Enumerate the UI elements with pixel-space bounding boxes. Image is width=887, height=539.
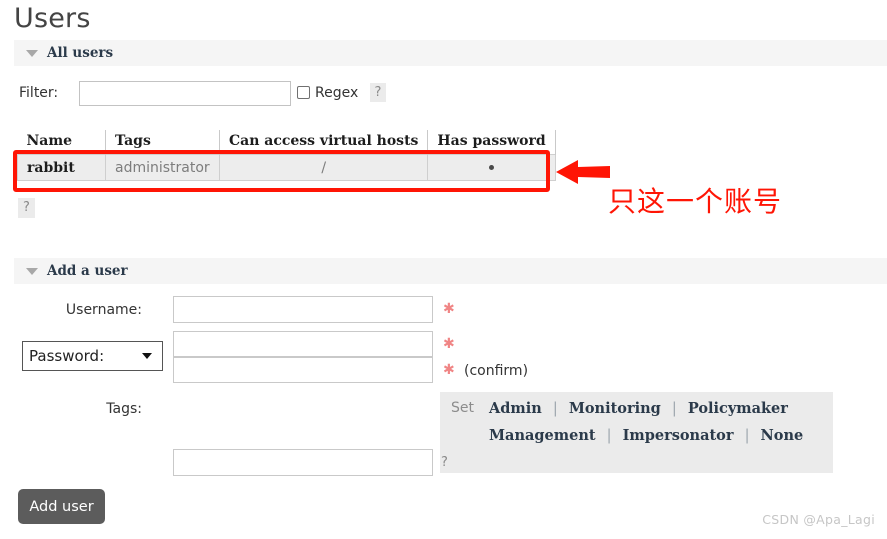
triangle-down-icon[interactable] — [26, 49, 38, 57]
has-password-dot-icon — [489, 165, 495, 170]
tags-roles-row-1: Admin | Monitoring | Policymaker — [489, 400, 788, 417]
section-header-all-users[interactable]: All users — [14, 40, 887, 66]
tag-link-management[interactable]: Management — [489, 427, 596, 444]
annotation-text: 只这一个账号 — [608, 185, 783, 218]
tag-link-impersonator[interactable]: Impersonator — [623, 427, 734, 444]
tag-link-monitoring[interactable]: Monitoring — [569, 400, 661, 417]
tag-link-none[interactable]: None — [761, 427, 804, 444]
triangle-down-icon[interactable] — [26, 267, 38, 275]
tag-separator: | — [671, 401, 677, 417]
column-header-tags[interactable]: Tags — [105, 130, 220, 155]
help-icon-regex[interactable]: ? — [370, 83, 386, 102]
tags-set-label: Set — [451, 400, 474, 416]
password-type-select[interactable]: Password: — [22, 341, 163, 371]
chevron-down-icon — [142, 353, 152, 359]
required-mark-password-confirm: ✱ — [443, 362, 455, 378]
password-confirm-input[interactable] — [173, 357, 433, 383]
left-arrow-icon — [556, 160, 610, 184]
regex-label: Regex — [315, 85, 359, 101]
tag-separator: | — [744, 428, 750, 444]
cell-user-vhosts: / — [219, 154, 429, 181]
table-row[interactable]: rabbit administrator / — [17, 154, 556, 181]
tags-roles-row-2: Management | Impersonator | None — [489, 427, 803, 444]
password-confirm-hint: (confirm) — [464, 363, 529, 379]
column-header-name[interactable]: Name — [17, 130, 106, 155]
users-page: Users All users Filter: Regex ? Name Tag… — [0, 0, 887, 539]
section-title-all-users: All users — [47, 45, 114, 61]
page-title: Users — [14, 3, 91, 34]
tags-input[interactable] — [173, 449, 433, 476]
tags-label: Tags: — [106, 401, 142, 417]
filter-input[interactable] — [79, 81, 291, 106]
required-mark-password: ✱ — [443, 336, 455, 352]
cell-has-password — [427, 154, 556, 181]
username-label: Username: — [65, 302, 142, 318]
section-header-add-user[interactable]: Add a user — [14, 258, 887, 284]
username-input[interactable] — [173, 296, 433, 323]
column-header-has-password[interactable]: Has password — [427, 130, 556, 155]
password-type-selected-value: Password: — [29, 347, 105, 365]
column-header-vhosts[interactable]: Can access virtual hosts — [219, 130, 429, 155]
tag-separator: | — [606, 428, 612, 444]
cell-user-name[interactable]: rabbit — [17, 154, 106, 181]
tag-separator: | — [552, 401, 558, 417]
table-header-row: Name Tags Can access virtual hosts Has p… — [17, 130, 556, 155]
tag-link-admin[interactable]: Admin — [489, 400, 542, 417]
required-mark-username: ✱ — [443, 301, 455, 317]
filter-label: Filter: — [19, 85, 59, 101]
cell-user-tags: administrator — [105, 154, 220, 181]
tag-link-policymaker[interactable]: Policymaker — [688, 400, 788, 417]
help-icon-tags[interactable]: ? — [440, 452, 454, 473]
help-icon-users-table[interactable]: ? — [18, 198, 35, 218]
users-table: Name Tags Can access virtual hosts Has p… — [17, 130, 556, 181]
add-user-button[interactable]: Add user — [18, 489, 105, 524]
section-title-add-user: Add a user — [47, 263, 128, 279]
password-input[interactable] — [173, 331, 433, 357]
regex-checkbox[interactable] — [297, 86, 310, 99]
watermark: CSDN @Apa_Lagi — [762, 512, 875, 527]
